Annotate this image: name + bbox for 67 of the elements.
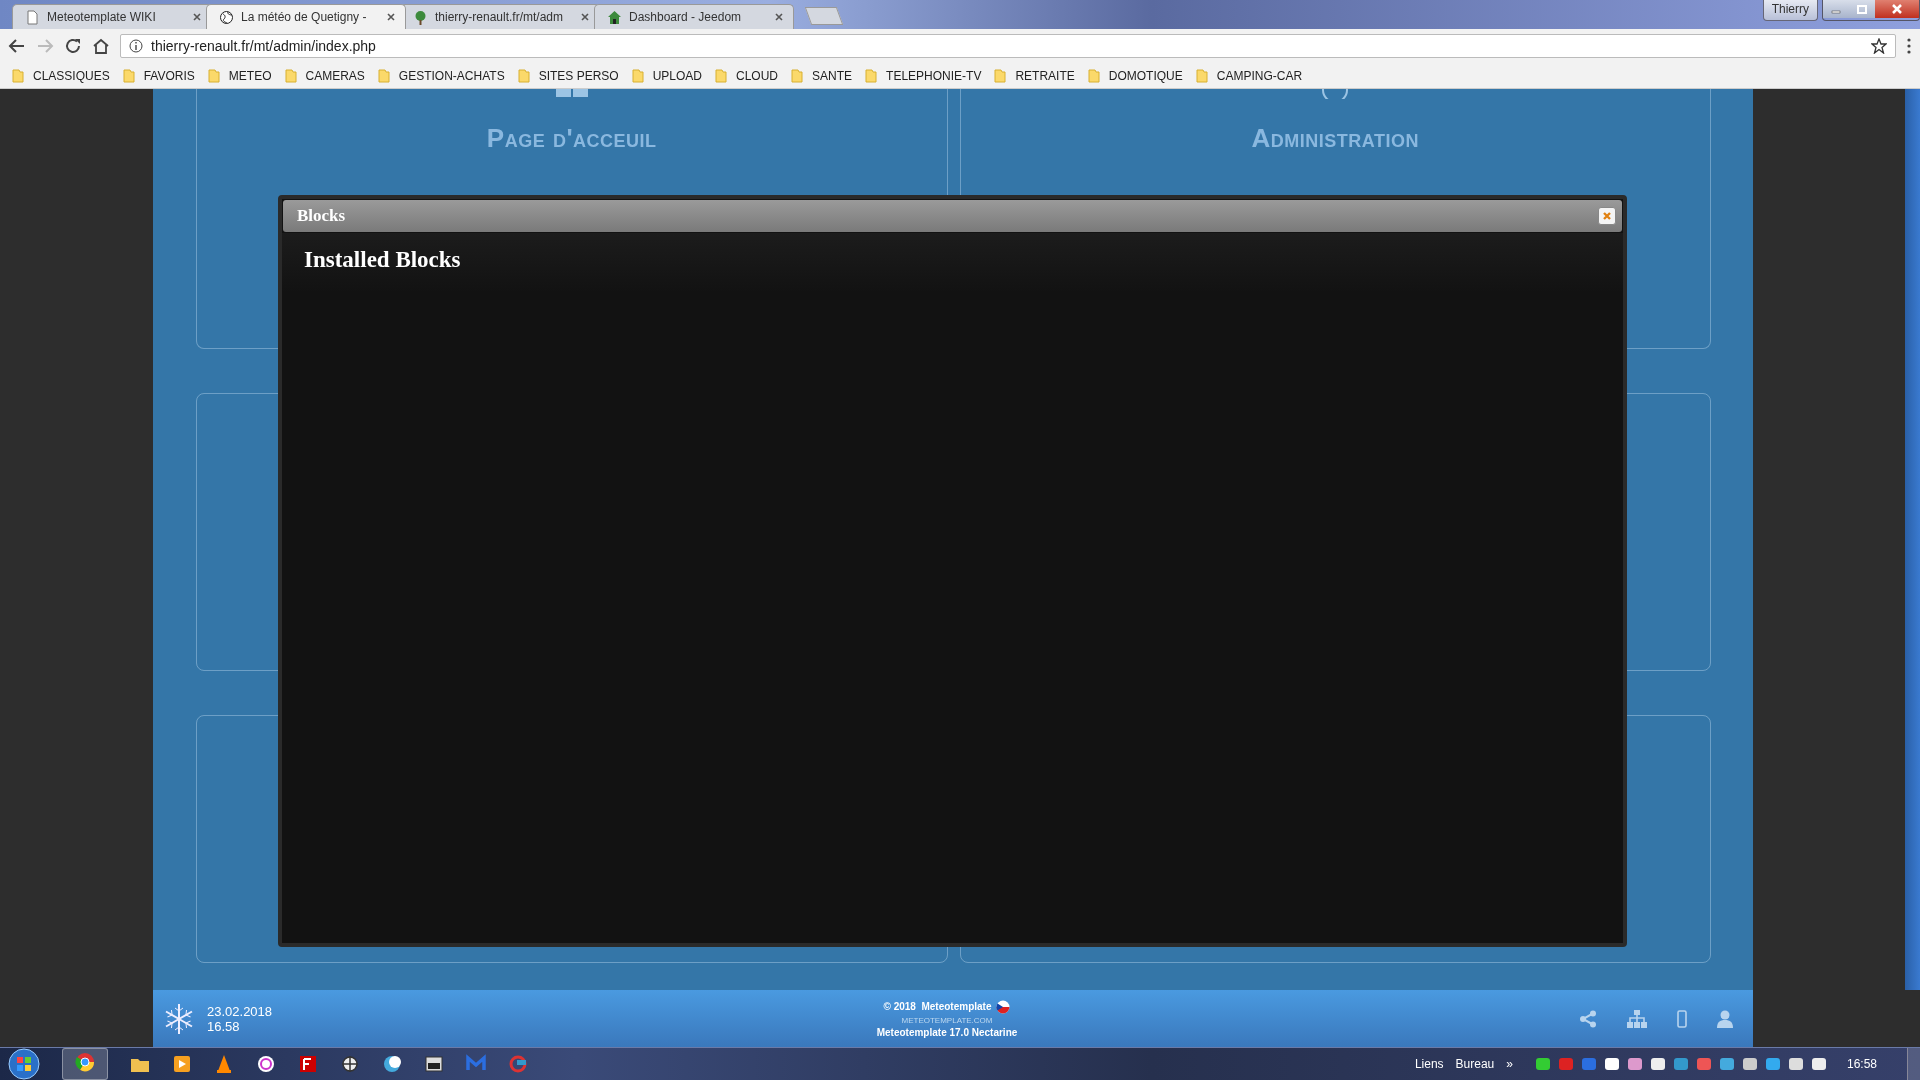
share-icon[interactable]: [1579, 1009, 1597, 1028]
home-icon[interactable]: [92, 37, 110, 55]
star-icon[interactable]: [1871, 38, 1887, 54]
bookmark-folder[interactable]: SITES PERSO: [538, 68, 619, 83]
section-heading: Installed Blocks: [304, 247, 462, 273]
info-icon: [129, 39, 143, 53]
close-icon[interactable]: [191, 11, 203, 23]
bookmark-folder[interactable]: CAMPING-CAR: [1216, 68, 1303, 83]
folder-icon: [1087, 68, 1100, 83]
close-button[interactable]: [1598, 207, 1616, 225]
browser-tab[interactable]: La météo de Quetigny -: [206, 4, 406, 29]
folder-icon: [12, 68, 24, 83]
grid-icon: [555, 89, 588, 99]
bookmark-folder[interactable]: CLOUD: [736, 68, 779, 83]
tree-icon: [413, 9, 428, 25]
play-icon[interactable]: [172, 1054, 192, 1074]
folder-icon: [122, 68, 135, 83]
footer-date: 23.02.2018: [207, 1003, 273, 1019]
folder-icon: [284, 68, 297, 83]
close-icon[interactable]: [385, 11, 397, 23]
folder-icon: [517, 68, 530, 83]
toolbar-label[interactable]: Liens: [1414, 1057, 1444, 1071]
cone-icon[interactable]: [214, 1054, 234, 1074]
section-title: Administration: [1251, 123, 1419, 154]
bookmark-folder[interactable]: GESTION-ACHATS: [398, 68, 505, 83]
folder-icon: [865, 68, 878, 83]
page-icon: [25, 9, 40, 25]
overflow-chevron[interactable]: »: [1506, 1057, 1513, 1071]
bookmark-folder[interactable]: RETRAITE: [1015, 68, 1075, 83]
folder-icon: [791, 68, 804, 83]
close-icon[interactable]: [773, 11, 785, 23]
house-icon: [607, 9, 622, 25]
toolbar-label[interactable]: Bureau: [1455, 1057, 1495, 1071]
f-z-icon[interactable]: [298, 1054, 318, 1074]
close-icon: [1602, 211, 1612, 221]
start-orb-icon[interactable]: [8, 1048, 40, 1080]
folder-icon: [631, 68, 644, 83]
section-title: Page d'acceuil: [486, 123, 657, 154]
folder-icon: [715, 68, 728, 83]
menu-icon[interactable]: [1906, 37, 1912, 55]
close-icon[interactable]: [1875, 0, 1919, 18]
bookmark-folder[interactable]: CAMERAS: [305, 68, 365, 83]
bookmark-folder[interactable]: TELEPHONIE-TV: [886, 68, 982, 83]
close-icon[interactable]: [579, 11, 591, 23]
browser-tab[interactable]: Dashboard - Jeedom: [594, 4, 794, 29]
user-name: Thierry: [1762, 0, 1818, 21]
bookmark-folder[interactable]: UPLOAD: [652, 68, 703, 83]
bookmark-folder[interactable]: DOMOTIQUE: [1108, 68, 1183, 83]
folder-icon: [207, 68, 220, 83]
folder-icon: [1195, 68, 1208, 83]
folder-icon: [377, 68, 390, 83]
clock[interactable]: 16:58: [1846, 1057, 1877, 1071]
modal-title: Blocks: [297, 206, 346, 226]
bookmark-folder[interactable]: METEO: [228, 68, 272, 83]
bookmark-folder[interactable]: FAVORIS: [143, 68, 195, 83]
bookmark-folder[interactable]: CLASSIQUES: [33, 68, 110, 83]
reload-icon[interactable]: [64, 37, 82, 55]
footer-time: 16.58: [207, 1018, 241, 1034]
music-icon[interactable]: [256, 1054, 276, 1074]
browser-icon[interactable]: [75, 1052, 95, 1072]
bookmark-folder[interactable]: SANTE: [812, 68, 853, 83]
copyright-text: © 2018 Meteotemplate: [883, 1001, 992, 1012]
globe-icon: [219, 9, 234, 25]
version-text: Meteotemplate 17.0 Nectarine: [876, 1026, 1018, 1038]
address-bar[interactable]: thierry-renault.fr/mt/admin/index.php: [120, 34, 1896, 58]
back-icon[interactable]: [8, 37, 26, 55]
folder-icon: [994, 68, 1007, 83]
